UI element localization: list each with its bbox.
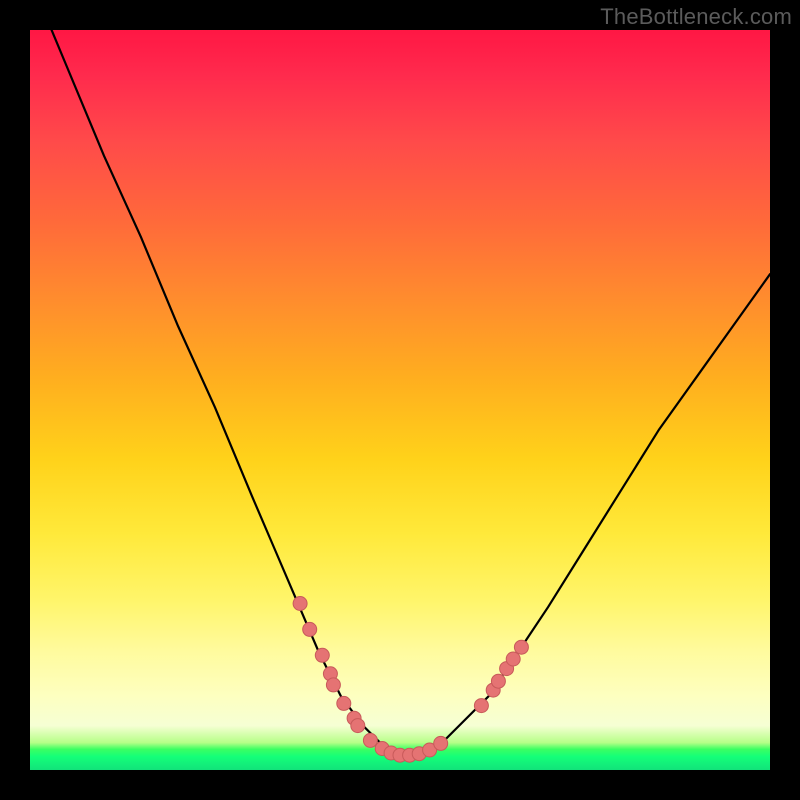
data-marker xyxy=(337,696,351,710)
marker-group xyxy=(293,597,528,763)
data-marker xyxy=(351,719,365,733)
curve-overlay xyxy=(30,30,770,770)
data-marker xyxy=(506,652,520,666)
plot-area xyxy=(30,30,770,770)
data-marker xyxy=(326,678,340,692)
data-marker xyxy=(491,674,505,688)
data-marker xyxy=(434,736,448,750)
data-marker xyxy=(293,597,307,611)
bottleneck-curve xyxy=(30,30,770,755)
data-marker xyxy=(303,622,317,636)
chart-container: TheBottleneck.com xyxy=(0,0,800,800)
data-marker xyxy=(315,648,329,662)
data-marker xyxy=(514,640,528,654)
data-marker xyxy=(363,733,377,747)
data-marker xyxy=(474,699,488,713)
watermark-text: TheBottleneck.com xyxy=(600,4,792,30)
